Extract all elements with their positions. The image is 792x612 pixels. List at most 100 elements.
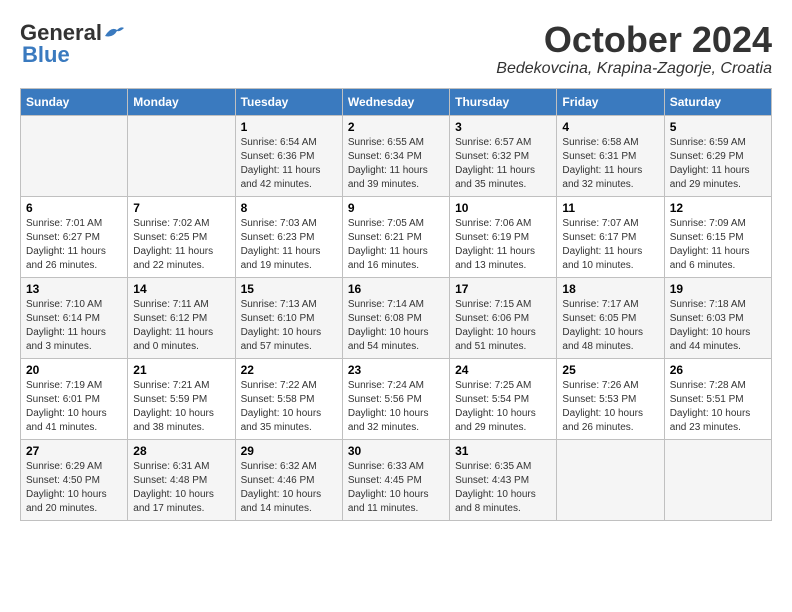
location-subtitle: Bedekovcina, Krapina-Zagorje, Croatia [496, 60, 772, 78]
day-info: Sunrise: 7:19 AMSunset: 6:01 PMDaylight:… [26, 379, 122, 435]
calendar-cell: 29 Sunrise: 6:32 AMSunset: 4:46 PMDayligh… [235, 439, 342, 520]
day-number: 11 [562, 201, 658, 215]
calendar-week-row: 1Sunrise: 6:54 AMSunset: 6:36 PMDaylight… [21, 115, 772, 196]
day-info: Sunrise: 6:59 AMSunset: 6:29 PMDaylight:… [670, 136, 766, 192]
day-info: Sunrise: 7:24 AMSunset: 5:56 PMDaylight:… [348, 379, 444, 435]
day-number: 4 [562, 120, 658, 134]
calendar-cell: 23 Sunrise: 7:24 AMSunset: 5:56 PMDayligh… [342, 358, 449, 439]
month-year-title: October 2024 [496, 20, 772, 60]
day-info: Sunrise: 6:29 AMSunset: 4:50 PMDaylight:… [26, 460, 122, 516]
day-info: Sunrise: 7:03 AMSunset: 6:23 PMDaylight:… [241, 217, 337, 273]
weekday-header-monday: Monday [128, 88, 235, 115]
day-number: 28 [133, 444, 229, 458]
weekday-header-row: SundayMondayTuesdayWednesdayThursdayFrid… [21, 88, 772, 115]
calendar-cell: 11 Sunrise: 7:07 AMSunset: 6:17 PMDayligh… [557, 196, 664, 277]
day-number: 29 [241, 444, 337, 458]
calendar-cell: 9 Sunrise: 7:05 AMSunset: 6:21 PMDaylight… [342, 196, 449, 277]
day-info: Sunrise: 7:02 AMSunset: 6:25 PMDaylight:… [133, 217, 229, 273]
calendar-cell: 31Sunrise: 6:35 AMSunset: 4:43 PMDayligh… [450, 439, 557, 520]
calendar-cell: 20Sunrise: 7:19 AMSunset: 6:01 PMDayligh… [21, 358, 128, 439]
day-info: Sunrise: 7:09 AMSunset: 6:15 PMDaylight:… [670, 217, 766, 273]
day-info: Sunrise: 7:11 AMSunset: 6:12 PMDaylight:… [133, 298, 229, 354]
day-number: 17 [455, 282, 551, 296]
weekday-header-tuesday: Tuesday [235, 88, 342, 115]
day-info: Sunrise: 6:32 AMSunset: 4:46 PMDaylight:… [241, 460, 337, 516]
logo: General Blue [20, 20, 126, 68]
calendar-cell: 1Sunrise: 6:54 AMSunset: 6:36 PMDaylight… [235, 115, 342, 196]
day-info: Sunrise: 6:33 AMSunset: 4:45 PMDaylight:… [348, 460, 444, 516]
day-info: Sunrise: 7:15 AMSunset: 6:06 PMDaylight:… [455, 298, 551, 354]
day-number: 13 [26, 282, 122, 296]
day-number: 3 [455, 120, 551, 134]
day-number: 27 [26, 444, 122, 458]
day-number: 6 [26, 201, 122, 215]
calendar-cell: 4Sunrise: 6:58 AMSunset: 6:31 PMDaylight… [557, 115, 664, 196]
calendar-cell: 21 Sunrise: 7:21 AMSunset: 5:59 PMDayligh… [128, 358, 235, 439]
calendar-cell: 14 Sunrise: 7:11 AMSunset: 6:12 PMDayligh… [128, 277, 235, 358]
day-info: Sunrise: 6:35 AMSunset: 4:43 PMDaylight:… [455, 460, 551, 516]
calendar-cell: 19 Sunrise: 7:18 AMSunset: 6:03 PMDayligh… [664, 277, 771, 358]
day-number: 15 [241, 282, 337, 296]
calendar-cell: 8 Sunrise: 7:03 AMSunset: 6:23 PMDaylight… [235, 196, 342, 277]
day-number: 8 [241, 201, 337, 215]
day-number: 2 [348, 120, 444, 134]
calendar-cell: 25 Sunrise: 7:26 AMSunset: 5:53 PMDayligh… [557, 358, 664, 439]
day-info: Sunrise: 7:14 AMSunset: 6:08 PMDaylight:… [348, 298, 444, 354]
weekday-header-thursday: Thursday [450, 88, 557, 115]
day-number: 9 [348, 201, 444, 215]
calendar-week-row: 13 Sunrise: 7:10 AMSunset: 6:14 PMDayligh… [21, 277, 772, 358]
day-number: 25 [562, 363, 658, 377]
day-info: Sunrise: 7:05 AMSunset: 6:21 PMDaylight:… [348, 217, 444, 273]
day-number: 21 [133, 363, 229, 377]
calendar-cell: 26Sunrise: 7:28 AMSunset: 5:51 PMDayligh… [664, 358, 771, 439]
day-number: 18 [562, 282, 658, 296]
day-number: 10 [455, 201, 551, 215]
day-number: 30 [348, 444, 444, 458]
logo-bird-icon [103, 24, 125, 42]
calendar-week-row: 27 Sunrise: 6:29 AMSunset: 4:50 PMDayligh… [21, 439, 772, 520]
calendar-cell [21, 115, 128, 196]
day-info: Sunrise: 7:13 AMSunset: 6:10 PMDaylight:… [241, 298, 337, 354]
calendar-cell: 30 Sunrise: 6:33 AMSunset: 4:45 PMDayligh… [342, 439, 449, 520]
day-info: Sunrise: 7:06 AMSunset: 6:19 PMDaylight:… [455, 217, 551, 273]
weekday-header-wednesday: Wednesday [342, 88, 449, 115]
day-info: Sunrise: 6:54 AMSunset: 6:36 PMDaylight:… [241, 136, 337, 192]
calendar-cell: 7Sunrise: 7:02 AMSunset: 6:25 PMDaylight… [128, 196, 235, 277]
day-number: 16 [348, 282, 444, 296]
day-number: 24 [455, 363, 551, 377]
calendar-week-row: 6 Sunrise: 7:01 AMSunset: 6:27 PMDaylight… [21, 196, 772, 277]
day-info: Sunrise: 7:22 AMSunset: 5:58 PMDaylight:… [241, 379, 337, 435]
calendar-cell: 24Sunrise: 7:25 AMSunset: 5:54 PMDayligh… [450, 358, 557, 439]
calendar-cell: 18 Sunrise: 7:17 AMSunset: 6:05 PMDayligh… [557, 277, 664, 358]
day-info: Sunrise: 7:10 AMSunset: 6:14 PMDaylight:… [26, 298, 122, 354]
day-number: 23 [348, 363, 444, 377]
day-info: Sunrise: 7:18 AMSunset: 6:03 PMDaylight:… [670, 298, 766, 354]
day-info: Sunrise: 7:17 AMSunset: 6:05 PMDaylight:… [562, 298, 658, 354]
day-number: 5 [670, 120, 766, 134]
weekday-header-saturday: Saturday [664, 88, 771, 115]
day-number: 12 [670, 201, 766, 215]
calendar-cell [128, 115, 235, 196]
calendar-cell [557, 439, 664, 520]
day-info: Sunrise: 7:07 AMSunset: 6:17 PMDaylight:… [562, 217, 658, 273]
calendar-cell: 12 Sunrise: 7:09 AMSunset: 6:15 PMDayligh… [664, 196, 771, 277]
calendar-cell: 15 Sunrise: 7:13 AMSunset: 6:10 PMDayligh… [235, 277, 342, 358]
calendar-cell [664, 439, 771, 520]
day-info: Sunrise: 7:21 AMSunset: 5:59 PMDaylight:… [133, 379, 229, 435]
calendar-cell: 2 Sunrise: 6:55 AMSunset: 6:34 PMDaylight… [342, 115, 449, 196]
calendar-table: SundayMondayTuesdayWednesdayThursdayFrid… [20, 88, 772, 521]
logo-blue-text: Blue [20, 42, 70, 68]
day-info: Sunrise: 7:01 AMSunset: 6:27 PMDaylight:… [26, 217, 122, 273]
calendar-cell: 13 Sunrise: 7:10 AMSunset: 6:14 PMDayligh… [21, 277, 128, 358]
calendar-cell: 5 Sunrise: 6:59 AMSunset: 6:29 PMDaylight… [664, 115, 771, 196]
calendar-cell: 10 Sunrise: 7:06 AMSunset: 6:19 PMDayligh… [450, 196, 557, 277]
day-number: 14 [133, 282, 229, 296]
day-info: Sunrise: 7:26 AMSunset: 5:53 PMDaylight:… [562, 379, 658, 435]
day-info: Sunrise: 6:55 AMSunset: 6:34 PMDaylight:… [348, 136, 444, 192]
day-info: Sunrise: 7:28 AMSunset: 5:51 PMDaylight:… [670, 379, 766, 435]
day-info: Sunrise: 6:57 AMSunset: 6:32 PMDaylight:… [455, 136, 551, 192]
day-info: Sunrise: 6:31 AMSunset: 4:48 PMDaylight:… [133, 460, 229, 516]
day-number: 19 [670, 282, 766, 296]
calendar-cell: 6 Sunrise: 7:01 AMSunset: 6:27 PMDaylight… [21, 196, 128, 277]
calendar-week-row: 20Sunrise: 7:19 AMSunset: 6:01 PMDayligh… [21, 358, 772, 439]
